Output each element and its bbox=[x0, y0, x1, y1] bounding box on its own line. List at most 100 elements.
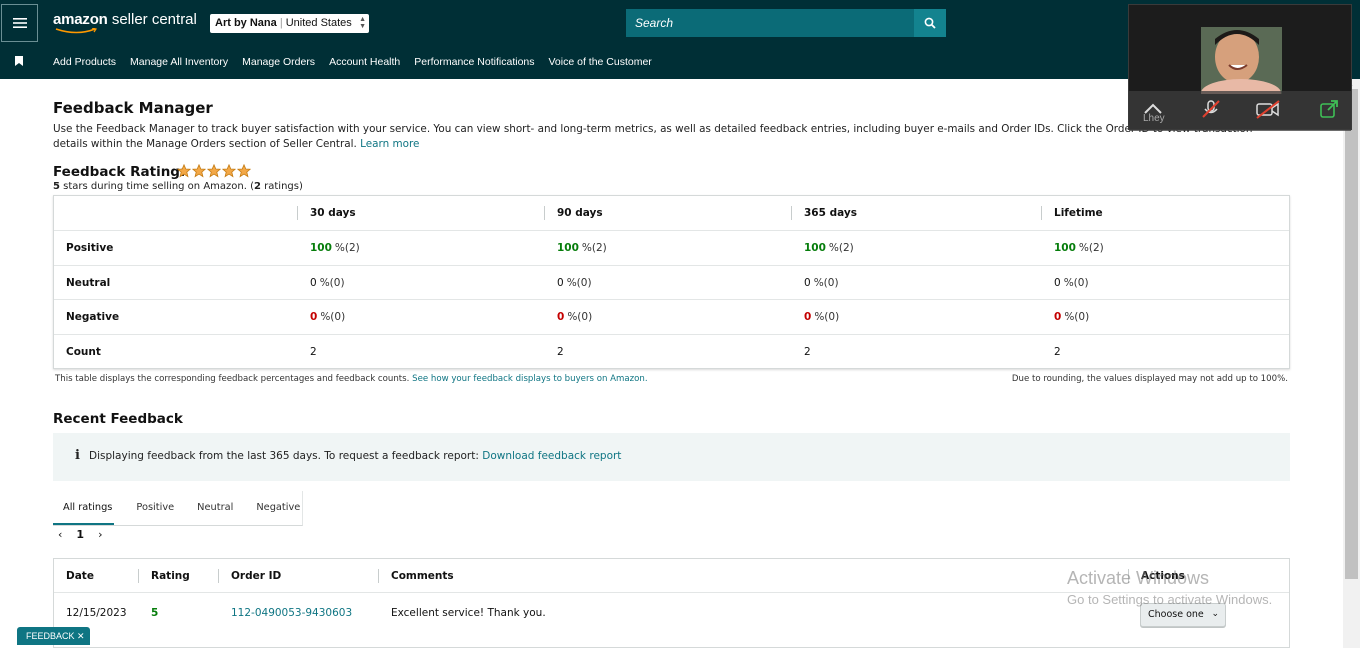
chevron-down-icon: ⌄ bbox=[1211, 609, 1219, 619]
rating-sub-middle: stars during time selling on Amazon. ( bbox=[59, 181, 254, 192]
video-call-overlay[interactable]: Lhey bbox=[1128, 4, 1352, 131]
nav-performance-notifications[interactable]: Performance Notifications bbox=[414, 56, 534, 68]
value: 0 bbox=[804, 276, 811, 289]
rating-tabs: All ratings Positive Neutral Negative bbox=[53, 491, 303, 526]
value: 0 bbox=[557, 276, 564, 289]
col-order-id: Order ID bbox=[218, 569, 281, 583]
order-id-link[interactable]: 112-0490053-9430603 bbox=[231, 593, 352, 633]
page-title: Feedback Manager bbox=[53, 99, 213, 117]
nav-add-products[interactable]: Add Products bbox=[53, 56, 116, 68]
amazon-seller-central-logo[interactable]: amazon seller central bbox=[53, 11, 197, 34]
metrics-notes: This table displays the corresponding fe… bbox=[55, 374, 1288, 384]
metrics-row-positive: Positive 100 %(2) 100 %(2) 100 %(2) 100 %(2) bbox=[54, 230, 1289, 265]
value: 2 bbox=[557, 346, 564, 358]
note-right: Due to rounding, the values displayed ma… bbox=[1011, 374, 1288, 384]
pagination: ‹ 1 › bbox=[58, 528, 102, 541]
tab-neutral[interactable]: Neutral bbox=[174, 491, 233, 525]
pct: %(0) bbox=[320, 311, 346, 323]
learn-more-link[interactable]: Learn more bbox=[360, 138, 419, 150]
rating-sub-end: ratings) bbox=[260, 181, 303, 192]
store-name: Art by Nana bbox=[215, 17, 277, 29]
value: 100 bbox=[804, 242, 826, 254]
watermark-line2: Go to Settings to activate Windows. bbox=[1067, 592, 1273, 607]
col-lifetime: Lifetime bbox=[1041, 206, 1103, 220]
pct: %(0) bbox=[319, 276, 345, 289]
store-region: United States bbox=[285, 17, 352, 29]
recent-feedback-title: Recent Feedback bbox=[53, 411, 183, 427]
camera-off-icon[interactable] bbox=[1255, 99, 1281, 119]
hamburger-menu-button[interactable] bbox=[1, 4, 38, 42]
feedback-rating-title: Feedback Rating: bbox=[53, 164, 186, 180]
star-icon bbox=[222, 164, 236, 178]
chevron-left-icon[interactable]: ‹ bbox=[58, 528, 62, 541]
video-controls bbox=[1129, 91, 1351, 131]
intro-text: Use the Feedback Manager to track buyer … bbox=[53, 122, 1289, 152]
hamburger-icon bbox=[12, 18, 27, 28]
bookmark-icon[interactable] bbox=[15, 56, 23, 66]
pct: %(2) bbox=[581, 242, 607, 254]
nav-manage-orders[interactable]: Manage Orders bbox=[242, 56, 315, 68]
value: 100 bbox=[557, 242, 579, 254]
pct: %(2) bbox=[1078, 242, 1104, 254]
page-number[interactable]: 1 bbox=[76, 528, 84, 541]
note-left: This table displays the corresponding fe… bbox=[55, 374, 410, 384]
value: 0 bbox=[804, 311, 812, 323]
star-icon bbox=[207, 164, 221, 178]
search-input[interactable]: Search bbox=[626, 9, 915, 37]
metrics-row-count: Count 2 2 2 2 bbox=[54, 334, 1289, 369]
star-icon bbox=[192, 164, 206, 178]
star-icon bbox=[177, 164, 191, 178]
watermark-line1: Activate Windows bbox=[1067, 568, 1210, 588]
amazon-smile-icon bbox=[55, 28, 97, 34]
mic-muted-icon[interactable] bbox=[1201, 99, 1221, 119]
rating-stars-value: 5 bbox=[53, 181, 60, 192]
star-icon bbox=[237, 164, 251, 178]
col-90-days: 90 days bbox=[544, 206, 603, 220]
pct: %(0) bbox=[567, 311, 593, 323]
feedback-comment: Excellent service! Thank you. bbox=[391, 607, 546, 619]
pct: %(0) bbox=[814, 311, 840, 323]
row-label: Neutral bbox=[66, 276, 111, 289]
pct: %(0) bbox=[1063, 276, 1089, 289]
brand-seller-central: seller central bbox=[107, 11, 197, 28]
chevron-right-icon[interactable]: › bbox=[98, 528, 102, 541]
tab-negative[interactable]: Negative bbox=[233, 491, 300, 525]
pct: %(2) bbox=[334, 242, 360, 254]
rating-summary: 5 stars during time selling on Amazon. (… bbox=[53, 181, 303, 192]
value: 0 bbox=[1054, 311, 1062, 323]
nav-manage-all-inventory[interactable]: Manage All Inventory bbox=[130, 56, 228, 68]
value: 2 bbox=[804, 346, 811, 358]
search-button[interactable] bbox=[914, 9, 946, 37]
pct: %(0) bbox=[1064, 311, 1090, 323]
tab-positive[interactable]: Positive bbox=[114, 491, 174, 525]
participant-video bbox=[1201, 27, 1282, 94]
value: 2 bbox=[310, 346, 317, 358]
pop-out-icon[interactable] bbox=[1319, 99, 1339, 119]
rating-stars bbox=[177, 164, 251, 178]
store-switcher[interactable]: Art by Nana | United States ▲ ▼ bbox=[210, 14, 369, 33]
col-comments: Comments bbox=[378, 569, 454, 583]
value: 0 bbox=[310, 276, 317, 289]
actions-dropdown-label: Choose one bbox=[1148, 609, 1204, 620]
feedback-rating: 5 bbox=[151, 607, 159, 619]
brand-amazon: amazon bbox=[53, 11, 108, 28]
info-banner: i Displaying feedback from the last 365 … bbox=[53, 433, 1290, 481]
info-icon: i bbox=[75, 448, 80, 463]
updown-arrows-icon: ▲ ▼ bbox=[359, 16, 366, 30]
col-30-days: 30 days bbox=[297, 206, 356, 220]
nav-account-health[interactable]: Account Health bbox=[329, 56, 400, 68]
see-feedback-display-link[interactable]: See how your feedback displays to buyers… bbox=[412, 374, 648, 384]
nav-voice-of-the-customer[interactable]: Voice of the Customer bbox=[549, 56, 652, 68]
participant-face-image bbox=[1201, 27, 1282, 94]
download-feedback-report-link[interactable]: Download feedback report bbox=[482, 450, 621, 462]
col-rating: Rating bbox=[138, 569, 190, 583]
intro-body: Use the Feedback Manager to track buyer … bbox=[53, 123, 1253, 150]
tab-all-ratings[interactable]: All ratings bbox=[53, 491, 115, 525]
col-date: Date bbox=[66, 569, 94, 582]
metrics-header-row: 30 days 90 days 365 days Lifetime bbox=[54, 196, 1289, 230]
scrollbar-thumb[interactable] bbox=[1345, 89, 1358, 579]
pct: %(0) bbox=[813, 276, 839, 289]
feedback-widget-tab[interactable]: FEEDBACK ✕ bbox=[17, 627, 90, 645]
col-365-days: 365 days bbox=[791, 206, 857, 220]
page-scrollbar[interactable]: ▲ bbox=[1343, 79, 1360, 648]
